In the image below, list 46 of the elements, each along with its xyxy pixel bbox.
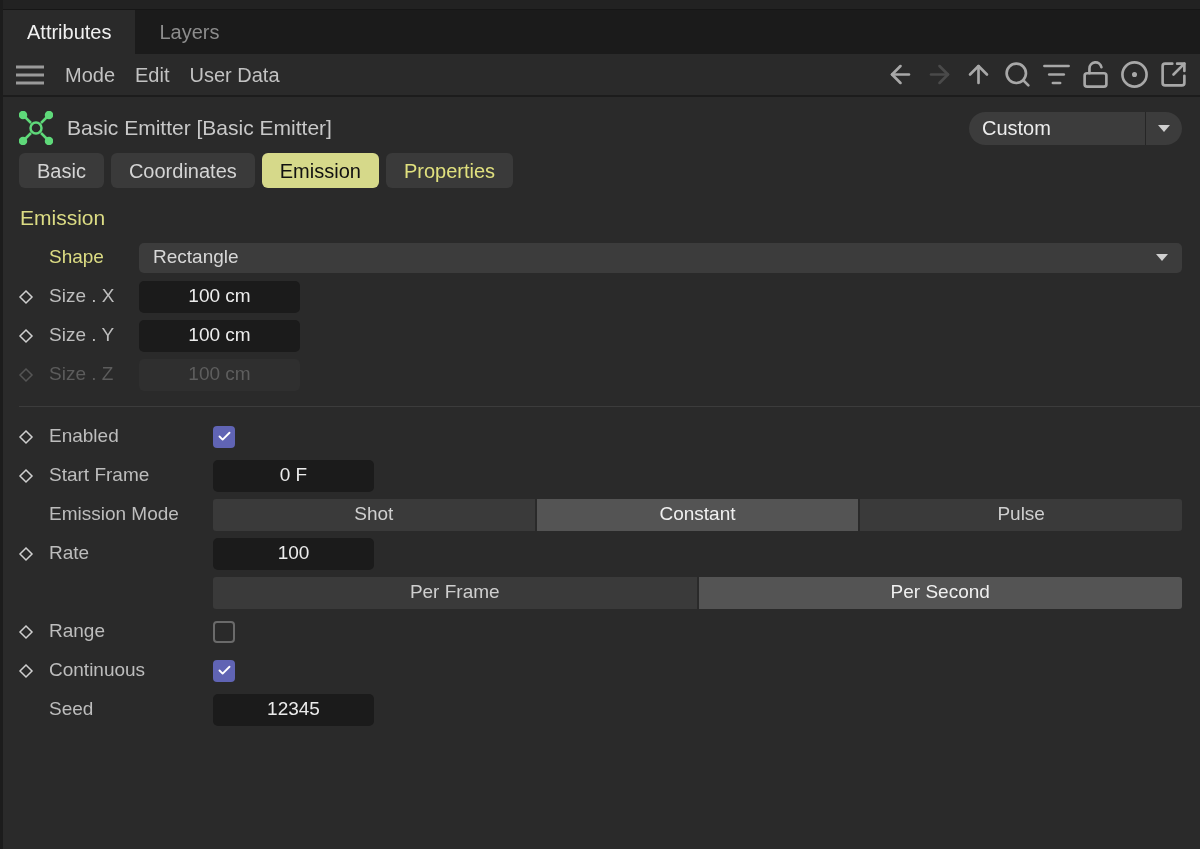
preset-dropdown[interactable]: Custom	[969, 111, 1182, 145]
segment-button[interactable]: Per Second	[698, 576, 1182, 609]
segment-button[interactable]: Pulse	[860, 498, 1182, 531]
field-label: Emission Mode	[49, 502, 180, 527]
value-field[interactable]: 100 cm	[139, 280, 300, 313]
section-tab[interactable]: Coordinates	[110, 153, 255, 188]
field-label: Seed	[49, 697, 95, 722]
check-icon	[216, 663, 232, 678]
section-tab[interactable]: Properties	[385, 153, 514, 188]
checkbox[interactable]	[213, 620, 235, 643]
menu-item[interactable]: Mode	[65, 59, 116, 90]
field-label: Enabled	[49, 424, 120, 449]
menu-icon[interactable]	[15, 63, 45, 86]
search-icon[interactable]	[1003, 60, 1032, 89]
value-field[interactable]: 100 cm	[139, 319, 300, 352]
object-title: Basic Emitter [Basic Emitter]	[67, 115, 332, 142]
emitter-icon	[19, 111, 53, 145]
target-icon[interactable]	[1120, 60, 1149, 89]
field-label: Rate	[49, 541, 91, 566]
checkbox[interactable]	[213, 659, 235, 682]
panel-tab[interactable]: Attributes	[3, 10, 136, 54]
section-tab[interactable]: Basic	[19, 153, 104, 188]
field-label: Start Frame	[49, 463, 151, 488]
segment-button[interactable]: Constant	[536, 498, 859, 531]
field-label: Size . Y	[49, 323, 116, 348]
section-tab[interactable]: Emission	[261, 153, 379, 188]
caret-icon	[1156, 254, 1168, 261]
segment-button[interactable]: Shot	[213, 498, 535, 531]
field-label: Shape	[49, 245, 105, 270]
panel-tab[interactable]: Layers	[135, 10, 244, 54]
field-label: Continuous	[49, 658, 147, 683]
shape-dropdown[interactable]: Rectangle	[139, 242, 1182, 273]
checkbox[interactable]	[213, 425, 235, 448]
caret-icon	[1158, 124, 1170, 132]
popout-icon[interactable]	[1159, 60, 1188, 89]
section-title: Emission	[19, 205, 107, 230]
field-label: Range	[49, 619, 106, 644]
value-field[interactable]: 100	[213, 537, 374, 570]
field-label: Size . X	[49, 284, 116, 309]
menu-item[interactable]: Edit	[135, 59, 170, 90]
segment-button[interactable]: Per Frame	[213, 576, 697, 609]
open-lock-icon[interactable]	[1081, 60, 1110, 89]
menu-item[interactable]: User Data	[189, 59, 280, 90]
value-field[interactable]: 12345	[213, 693, 374, 726]
value-field[interactable]: 0 F	[213, 459, 374, 492]
check-icon	[216, 429, 232, 444]
